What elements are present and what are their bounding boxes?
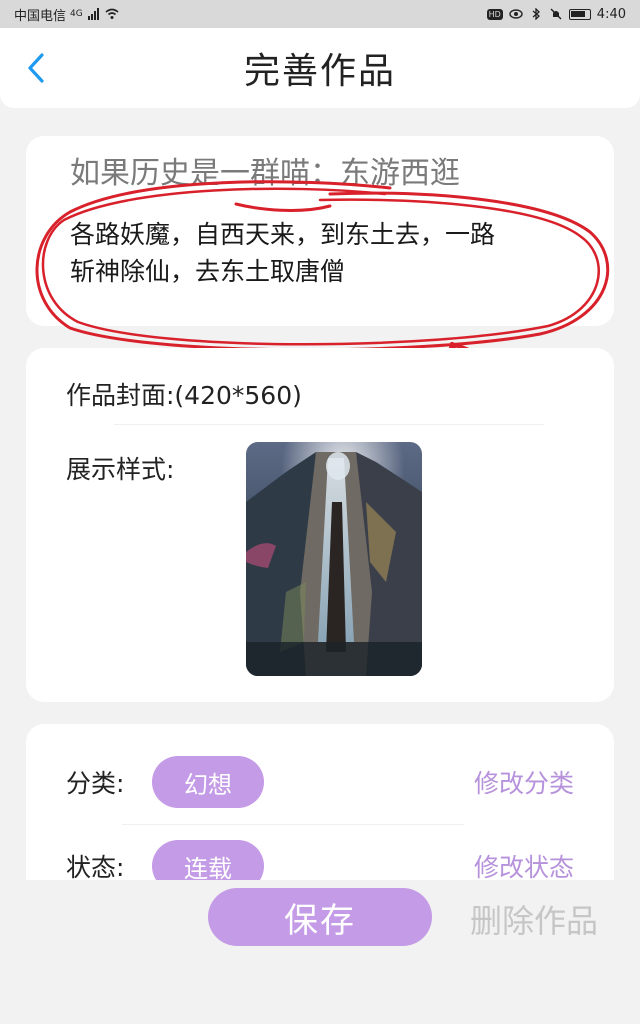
status-bar: 中国电信 4G HD 4:40 [0,0,640,28]
cover-card: 作品封面:(420*560) 展示样式: [26,348,614,702]
work-info-card: 如果历史是一群喵：东游西逛 各路妖魔，自西天来，到东土去，一路 斩神除仙，去东土… [26,136,614,326]
wifi-icon [105,8,119,19]
signal-icon [87,8,99,20]
work-title[interactable]: 如果历史是一群喵：东游西逛 [70,154,570,194]
work-description[interactable]: 各路妖魔，自西天来，到东土去，一路 斩神除仙，去东土取唐僧 [70,216,570,290]
display-style-label: 展示样式: [66,455,175,484]
category-pill[interactable]: 幻想 [152,756,264,808]
status-right: HD 4:40 [486,6,626,22]
cover-label: 作品封面:(420*560) [66,381,302,410]
hd-badge: HD [486,8,503,20]
back-button[interactable] [22,53,50,83]
mute-icon [550,8,562,20]
divider [122,824,464,825]
eye-icon [509,9,523,19]
network-label: 4G [70,9,83,19]
time-label: 4:40 [596,6,626,22]
edit-status-link[interactable]: 修改状态 [474,848,574,880]
battery-icon [568,8,591,20]
category-label: 分类: [66,769,125,798]
back-arrow-icon [28,53,44,83]
delete-work-button[interactable]: 删除作品 [470,896,598,942]
page-title: 完善作品 [243,51,396,92]
header: 完善作品 [0,28,640,108]
bluetooth-icon [532,8,540,20]
divider [114,424,544,425]
work-description-line: 各路妖魔，自西天来，到东土去，一路 [70,220,496,249]
status-row: 状态: 连载 修改状态 [66,840,574,880]
status-pill[interactable]: 连载 [152,840,264,880]
work-description-line: 斩神除仙，去东土取唐僧 [70,257,346,286]
edit-category-link[interactable]: 修改分类 [474,764,574,800]
save-button[interactable]: 保存 [208,888,432,946]
carrier-label: 中国电信 [14,8,67,24]
cover-image[interactable] [246,442,422,676]
category-row: 分类: 幻想 修改分类 [66,756,574,808]
status-label: 状态: [66,853,125,880]
status-left: 中国电信 4G [14,5,119,24]
cover-artwork [246,442,422,676]
meta-card: 分类: 幻想 修改分类 状态: 连载 修改状态 [26,724,614,880]
